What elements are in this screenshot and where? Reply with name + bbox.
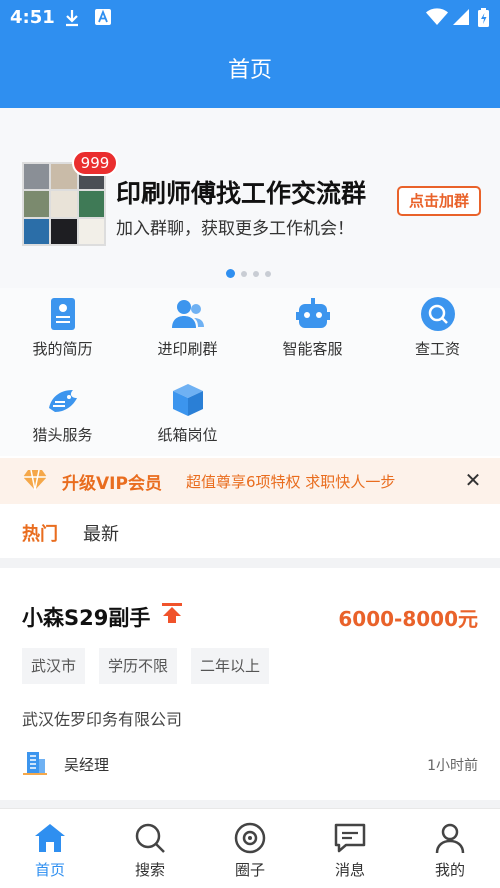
job-tag-location: 武汉市	[22, 648, 86, 684]
grid-label: 我的简历	[32, 340, 93, 358]
vip-description: 超值尊享6项特权 求职快人一步	[186, 473, 396, 491]
status-time: 4:51	[10, 7, 55, 28]
company-name: 武汉佐罗印务有限公司	[22, 710, 183, 729]
grid-item-service[interactable]: 智能客服	[250, 288, 375, 358]
carousel-dot	[265, 270, 271, 277]
nav-messages[interactable]: 消息	[300, 809, 400, 888]
wifi-icon	[426, 8, 448, 25]
grid-label: 查工资	[414, 340, 460, 358]
status-bar: 4:51	[0, 0, 500, 36]
recruiter-name: 吴经理	[64, 756, 110, 774]
battery-icon	[478, 8, 489, 27]
group-icon	[171, 300, 204, 328]
nav-circle[interactable]: 圈子	[200, 809, 300, 888]
download-icon	[66, 10, 78, 27]
diamond-icon	[23, 469, 47, 491]
home-icon	[35, 824, 65, 852]
group-banner[interactable]: 999 印刷师傅找工作交流群 加入群聊，获取更多工作机会！ 点击加群	[0, 108, 500, 288]
nav-label: 我的	[434, 861, 465, 879]
posted-time: 1小时前	[427, 758, 478, 774]
message-icon	[334, 823, 366, 853]
job-tabs: 热门 最新	[0, 504, 500, 558]
headhunter-icon	[48, 390, 77, 412]
carousel-dot	[253, 270, 259, 277]
app-header: 首页	[0, 36, 500, 108]
grid-label: 猎头服务	[32, 426, 93, 444]
signal-icon	[453, 9, 469, 25]
tab-latest[interactable]: 最新	[83, 520, 119, 546]
page-title: 首页	[227, 58, 272, 83]
join-group-button[interactable]: 点击加群	[397, 186, 481, 216]
job-salary: 6000-8000元	[338, 607, 478, 631]
job-tag-experience: 二年以上	[191, 648, 270, 684]
grid-label: 进印刷群	[157, 340, 218, 358]
nav-profile[interactable]: 我的	[400, 809, 500, 888]
feature-grid: 我的简历 进印刷群 智能客服 查工资 猎头服务 纸箱岗位	[0, 288, 500, 456]
notification-app-icon	[95, 9, 111, 25]
job-card[interactable]: 小森S29副手 6000-8000元 武汉市 学历不限 二年以上 武汉佐罗印务有…	[0, 568, 500, 800]
carousel-dot	[241, 270, 247, 277]
job-tags: 武汉市 学历不限 二年以上	[22, 648, 270, 684]
nav-label: 搜索	[134, 861, 165, 879]
grid-item-box-jobs[interactable]: 纸箱岗位	[125, 374, 250, 444]
grid-item-resume[interactable]: 我的简历	[0, 288, 125, 358]
bottom-navigation: 首页 搜索 圈子 消息 我的	[0, 808, 500, 888]
building-icon	[23, 752, 47, 775]
vip-promo-bar[interactable]: 升级VIP会员 超值尊享6项特权 求职快人一步 ✕	[0, 458, 500, 504]
nav-label: 首页	[34, 861, 65, 879]
profile-icon	[435, 823, 465, 854]
grid-item-group[interactable]: 进印刷群	[125, 288, 250, 358]
nav-home[interactable]: 首页	[0, 809, 100, 888]
close-icon[interactable]: ✕	[460, 466, 486, 494]
grid-label: 智能客服	[282, 340, 343, 358]
banner-subtitle: 加入群聊，获取更多工作机会！	[116, 219, 354, 239]
box-icon	[172, 384, 203, 416]
carousel-dot-active	[226, 269, 235, 278]
carousel-indicator	[226, 269, 271, 278]
nav-label: 消息	[334, 861, 365, 879]
search-salary-icon	[420, 297, 455, 331]
job-title: 小森S29副手	[22, 606, 151, 630]
pin-top-icon	[162, 603, 182, 623]
vip-title: 升级VIP会员	[62, 474, 162, 494]
banner-title: 印刷师傅找工作交流群	[116, 179, 367, 208]
grid-item-salary[interactable]: 查工资	[375, 288, 500, 358]
nav-label: 圈子	[234, 861, 265, 879]
grid-label: 纸箱岗位	[157, 426, 218, 444]
nav-search[interactable]: 搜索	[100, 809, 200, 888]
circle-icon	[234, 822, 266, 854]
tab-hot[interactable]: 热门	[22, 520, 58, 546]
divider	[0, 558, 500, 568]
search-icon	[135, 823, 165, 853]
divider	[0, 800, 500, 808]
grid-item-headhunter[interactable]: 猎头服务	[0, 374, 125, 444]
resume-icon	[50, 298, 75, 330]
unread-badge: 999	[72, 150, 118, 176]
robot-icon	[295, 298, 330, 328]
job-tag-education: 学历不限	[99, 648, 178, 684]
